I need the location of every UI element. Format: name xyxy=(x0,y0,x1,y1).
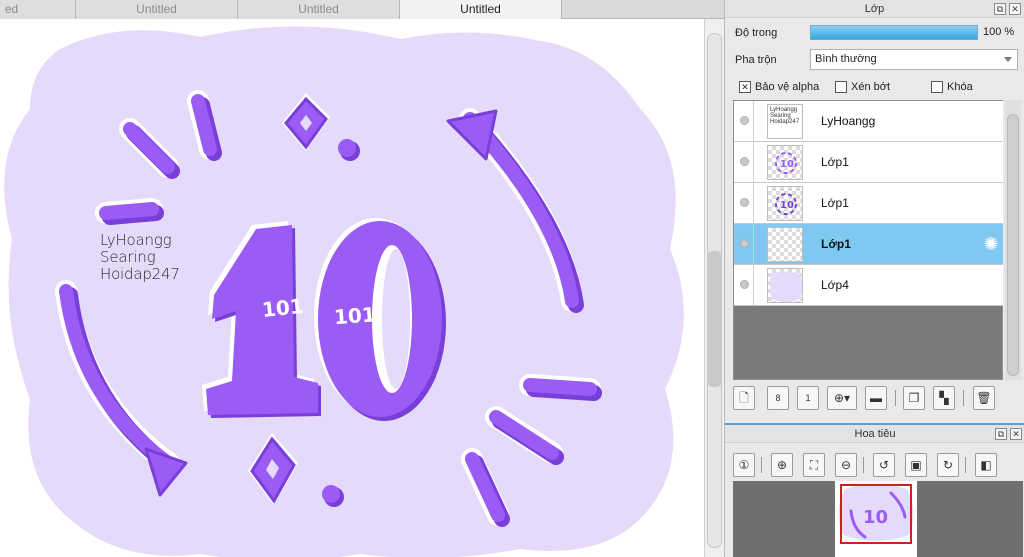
new-raster-layer-button[interactable]: 🗋 xyxy=(733,386,755,410)
checkbox-unchecked-icon xyxy=(835,81,847,94)
navigator-panel-header: Hoa tiêu ⧉ ✕ xyxy=(725,425,1024,443)
blend-label: Pha trộn xyxy=(735,54,777,66)
layer-thumbnail: 10 xyxy=(767,186,803,221)
layer-name: Lớp4 xyxy=(821,278,849,292)
eye-dot-icon xyxy=(740,157,749,166)
folder-icon[interactable]: ▬ xyxy=(865,386,887,410)
new-8bit-layer-button[interactable]: 8 xyxy=(767,386,789,410)
side-panels: Lớp ⧉ ✕ Độ trong 100 % Pha trộn Bình thư… xyxy=(724,0,1024,557)
navigator-panel: Hoa tiêu ⧉ ✕ ① ⊕ ⛶ ⊖ ↺ ▣ ↻ ◧ 10 xyxy=(725,423,1024,557)
toolbar-separator xyxy=(895,390,896,406)
layer-thumbnail xyxy=(767,268,803,303)
protect-alpha-checkbox[interactable]: ✕ Bảo vệ alpha xyxy=(739,81,819,95)
checkbox-checked-icon: ✕ xyxy=(739,81,751,94)
toolbar-separator xyxy=(965,457,966,473)
add-layer-menu-button[interactable]: ⊕▾ xyxy=(827,386,857,410)
new-1bit-layer-button[interactable]: 1 xyxy=(797,386,819,410)
visibility-toggle[interactable] xyxy=(736,265,754,306)
layer-name: Lớp1 xyxy=(821,196,849,210)
layer-item[interactable]: 10 Lớp1 xyxy=(734,183,1003,224)
eye-dot-icon xyxy=(740,280,749,289)
chevron-down-icon xyxy=(1004,57,1012,62)
layer-thumbnail: LyHoangg Searing Hoidap247 xyxy=(767,104,803,139)
layer-list-scrollbar[interactable] xyxy=(1005,100,1021,380)
canvas-viewport[interactable]: 101 101 LyHoangg Searing Hoidap247 xyxy=(0,19,704,557)
eye-dot-icon xyxy=(740,116,749,125)
scrollbar-thumb[interactable] xyxy=(707,251,722,387)
duplicate-layer-button[interactable]: ❐ xyxy=(903,386,925,410)
layer-panel-header: Lớp ⧉ ✕ xyxy=(725,0,1024,18)
merge-down-button[interactable]: ▚ xyxy=(933,386,955,410)
layer-thumbnail-text: LyHoangg Searing Hoidap247 xyxy=(770,107,800,125)
layer-item[interactable]: 10 Lớp1 xyxy=(734,142,1003,183)
layer-item[interactable]: Lớp4 xyxy=(734,265,1003,306)
canvas-vertical-scrollbar[interactable] xyxy=(704,19,724,557)
svg-text:101: 101 xyxy=(333,302,376,329)
visibility-toggle[interactable] xyxy=(736,101,754,142)
artwork-illustration: 101 101 xyxy=(4,26,684,557)
toolbar-separator xyxy=(863,457,864,473)
zoom-out-icon[interactable]: ⊖ xyxy=(835,453,857,477)
checkbox-unchecked-icon xyxy=(931,81,943,94)
navigator-preview[interactable]: 10 xyxy=(733,481,1023,557)
tab-document-active[interactable]: Untitled xyxy=(400,0,562,19)
paint-app: ed Untitled Untitled Untitled 101 101 Ly… xyxy=(0,0,1024,557)
close-icon[interactable]: ✕ xyxy=(1009,3,1021,15)
visibility-toggle[interactable] xyxy=(736,142,754,183)
document-tab-bar: ed Untitled Untitled Untitled xyxy=(0,0,724,19)
blend-mode-select[interactable]: Bình thường xyxy=(810,49,1018,70)
undock-icon[interactable]: ⧉ xyxy=(995,428,1007,440)
lock-checkbox[interactable]: Khóa xyxy=(931,81,973,95)
opacity-value: 100 % xyxy=(983,26,1015,38)
reset-view-icon[interactable]: ▣ xyxy=(905,453,927,477)
layer-panel-title: Lớp xyxy=(864,3,885,15)
visibility-toggle[interactable] xyxy=(736,183,754,224)
eye-dot-icon xyxy=(740,239,749,248)
opacity-label: Độ trong xyxy=(735,27,778,39)
flip-horizontal-icon[interactable]: ◧ xyxy=(975,453,997,477)
watermark-text: LyHoangg Searing Hoidap247 xyxy=(100,231,180,283)
visibility-toggle[interactable] xyxy=(736,224,754,265)
svg-text:10: 10 xyxy=(780,159,794,170)
toolbar-separator xyxy=(963,390,964,406)
zoom-actual-icon[interactable]: ① xyxy=(733,453,755,477)
opacity-slider[interactable] xyxy=(810,25,978,40)
gear-icon[interactable]: ✺ xyxy=(982,235,1000,253)
layer-item[interactable]: LyHoangg Searing Hoidap247 LyHoangg xyxy=(734,101,1003,142)
zoom-in-icon[interactable]: ⊕ xyxy=(771,453,793,477)
navigator-panel-title: Hoa tiêu xyxy=(854,428,896,440)
toolbar-separator xyxy=(761,457,762,473)
clipping-checkbox[interactable]: Xén bớt xyxy=(835,81,890,95)
undock-icon[interactable]: ⧉ xyxy=(994,3,1006,15)
scrollbar-thumb[interactable] xyxy=(1007,114,1019,376)
layer-list: LyHoangg Searing Hoidap247 LyHoangg 10 L… xyxy=(733,100,1003,380)
navigator-view-frame[interactable] xyxy=(840,484,912,544)
fit-screen-icon[interactable]: ⛶ xyxy=(803,453,825,477)
tab-document-1[interactable]: ed xyxy=(0,0,76,19)
layer-thumbnail: 10 xyxy=(767,145,803,180)
close-icon[interactable]: ✕ xyxy=(1010,428,1022,440)
rotate-left-icon[interactable]: ↺ xyxy=(873,453,895,477)
tab-document-3[interactable]: Untitled xyxy=(238,0,400,19)
svg-text:101: 101 xyxy=(261,294,305,322)
canvas-area: ed Untitled Untitled Untitled 101 101 Ly… xyxy=(0,0,724,557)
eye-dot-icon xyxy=(740,198,749,207)
canvas-paper[interactable]: 101 101 LyHoangg Searing Hoidap247 xyxy=(0,19,704,557)
rotate-right-icon[interactable]: ↻ xyxy=(937,453,959,477)
layer-name: LyHoangg xyxy=(821,114,876,128)
svg-text:10: 10 xyxy=(780,200,794,211)
blend-mode-value: Bình thường xyxy=(815,53,877,65)
trash-icon[interactable]: 🗑 xyxy=(973,386,995,410)
layer-thumbnail xyxy=(767,227,803,262)
layer-item-selected[interactable]: Lớp1 ✺ xyxy=(734,224,1003,265)
tab-document-2[interactable]: Untitled xyxy=(76,0,238,19)
layer-name: Lớp1 xyxy=(821,155,849,169)
layer-name: Lớp1 xyxy=(821,237,851,251)
